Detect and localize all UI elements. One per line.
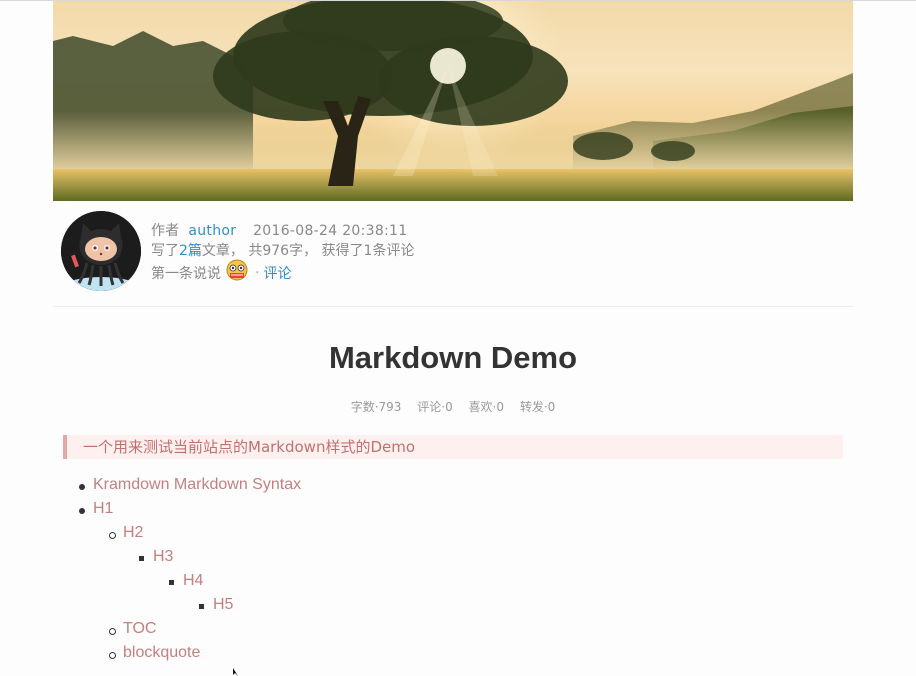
toc-bullet-icon — [109, 532, 116, 539]
article-title: Markdown Demo — [328, 340, 578, 375]
stat-words: 字数·793 — [350, 400, 402, 414]
article-body: Markdown Demo 字数·793 评论·0 喜欢·0 转发·0 一个用来… — [53, 0, 853, 675]
toc-bullet-icon — [109, 628, 116, 635]
article-stats: 字数·793 评论·0 喜欢·0 转发·0 — [53, 398, 853, 415]
stat-comments: 评论·0 — [417, 400, 453, 414]
intro-blockquote: 一个用来测试当前站点的Markdown样式的Demo — [63, 435, 843, 459]
toc-bullet-icon — [109, 652, 116, 659]
toc-link[interactable]: Kramdown Markdown Syntax — [93, 476, 301, 494]
toc-bullet-icon — [169, 580, 174, 585]
toc-link[interactable]: H1 — [93, 500, 113, 518]
toc-link[interactable]: TOC — [123, 620, 156, 638]
toc-link[interactable]: H5 — [213, 596, 233, 614]
toc-bullet-icon — [199, 604, 204, 609]
toc-link[interactable]: H2 — [123, 524, 143, 542]
toc-link[interactable]: blockquote — [123, 644, 200, 662]
toc-link[interactable]: H4 — [183, 572, 203, 590]
toc-bullet-icon — [79, 508, 85, 514]
toc-bullet-icon — [139, 556, 144, 561]
toc-link[interactable]: H3 — [153, 548, 173, 566]
stat-reposts: 转发·0 — [519, 400, 556, 414]
stat-likes: 喜欢·0 — [468, 400, 504, 414]
toc-bullet-icon — [79, 484, 85, 490]
